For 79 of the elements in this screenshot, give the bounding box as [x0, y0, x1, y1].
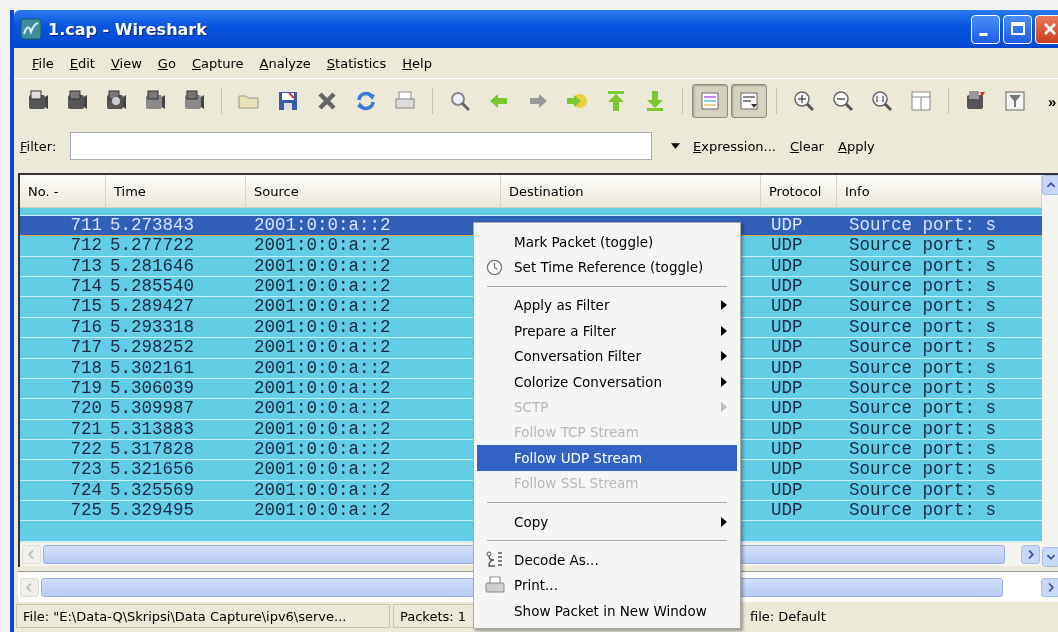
time-cell: 5.293318 — [110, 317, 194, 337]
protocol-cell: UDP — [771, 378, 803, 398]
info-cell: Source port: s — [849, 277, 997, 297]
number-cell: 717 — [70, 338, 102, 358]
info-cell: Source port: s — [849, 480, 997, 500]
source-cell: 2001:0:0:a::2 — [254, 216, 391, 235]
info-cell: Source port: s — [849, 399, 997, 419]
time-cell: 5.277722 — [110, 236, 194, 256]
protocol-cell: UDP — [771, 399, 803, 419]
number-cell: 724 — [70, 480, 102, 500]
protocol-cell: UDP — [771, 358, 803, 378]
number-cell: 722 — [70, 439, 102, 459]
source-cell: 2001:0:0:a::2 — [254, 338, 391, 358]
protocol-cell: UDP — [771, 501, 803, 521]
info-cell: Source port: s — [849, 297, 997, 317]
status-text: File: "E:\Data-Q\Skripsi\Data Capture\ipv6\serve... — [16, 604, 390, 628]
number-cell: 713 — [70, 256, 102, 276]
time-cell: 5.317828 — [110, 439, 194, 459]
number-cell: 714 — [70, 277, 102, 297]
protocol-cell: UDP — [771, 439, 803, 459]
info-cell: Source port: s — [849, 501, 997, 521]
time-cell: 5.309987 — [110, 399, 194, 419]
time-cell: 5.313883 — [110, 419, 194, 439]
info-cell: Source port: s — [849, 317, 997, 337]
protocol-cell: UDP — [771, 317, 803, 337]
protocol-cell: UDP — [771, 297, 803, 317]
number-cell: 718 — [70, 358, 102, 378]
protocol-cell: UDP — [771, 277, 803, 297]
source-cell: 2001:0:0:a::2 — [254, 358, 391, 378]
time-cell: 5.289427 — [110, 297, 194, 317]
info-cell: Source port: s — [849, 419, 997, 439]
source-cell: 2001:0:0:a::2 — [254, 277, 391, 297]
source-cell: 2001:0:0:a::2 — [254, 501, 391, 521]
time-cell: 5.321656 — [110, 460, 194, 480]
time-cell: 5.285540 — [110, 277, 194, 297]
filter-label: Filter: — [20, 138, 58, 154]
protocol-cell: UDP — [771, 480, 803, 500]
time-cell: 5.302161 — [110, 358, 194, 378]
source-cell: 2001:0:0:a::2 — [254, 419, 391, 439]
status-text: file: Default — [749, 607, 827, 626]
number-cell: 715 — [70, 297, 102, 317]
source-cell: 2001:0:0:a::2 — [254, 399, 391, 419]
time-cell: 5.325569 — [110, 480, 194, 500]
protocol-cell: UDP — [771, 216, 803, 235]
info-cell: Source port: s — [849, 338, 997, 358]
protocol-cell: UDP — [771, 338, 803, 358]
source-cell: 2001:0:0:a::2 — [254, 297, 391, 317]
source-cell: 2001:0:0:a::2 — [254, 460, 391, 480]
time-cell: 5.281646 — [110, 256, 194, 276]
time-cell: 5.329495 — [110, 501, 194, 521]
protocol-cell: UDP — [771, 419, 803, 439]
number-cell: 712 — [70, 236, 102, 256]
source-cell: 2001:0:0:a::2 — [254, 256, 391, 276]
info-cell: Source port: s — [849, 216, 997, 235]
info-cell: Source port: s — [849, 236, 997, 256]
number-cell: 711 — [70, 216, 102, 235]
source-cell: 2001:0:0:a::2 — [254, 236, 391, 256]
time-cell: 5.273843 — [110, 216, 194, 235]
source-cell: 2001:0:0:a::2 — [254, 480, 391, 500]
protocol-cell: UDP — [771, 460, 803, 480]
number-cell: 721 — [70, 419, 102, 439]
info-cell: Source port: s — [849, 378, 997, 398]
number-cell: 725 — [70, 501, 102, 521]
number-cell: 716 — [70, 317, 102, 337]
number-cell: 719 — [70, 378, 102, 398]
info-cell: Source port: s — [849, 358, 997, 378]
info-cell: Source port: s — [849, 439, 997, 459]
window-title: 1.cap - Wireshark — [48, 19, 208, 39]
info-cell: Source port: s — [849, 256, 997, 276]
number-cell: 723 — [70, 460, 102, 480]
info-cell: Source port: s — [849, 460, 997, 480]
number-cell: 720 — [70, 399, 102, 419]
time-cell: 5.298252 — [110, 338, 194, 358]
time-cell: 5.306039 — [110, 378, 194, 398]
source-cell: 2001:0:0:a::2 — [254, 439, 391, 459]
source-cell: 2001:0:0:a::2 — [254, 378, 391, 398]
source-cell: 2001:0:0:a::2 — [254, 317, 391, 337]
protocol-cell: UDP — [771, 256, 803, 276]
protocol-cell: UDP — [771, 236, 803, 256]
